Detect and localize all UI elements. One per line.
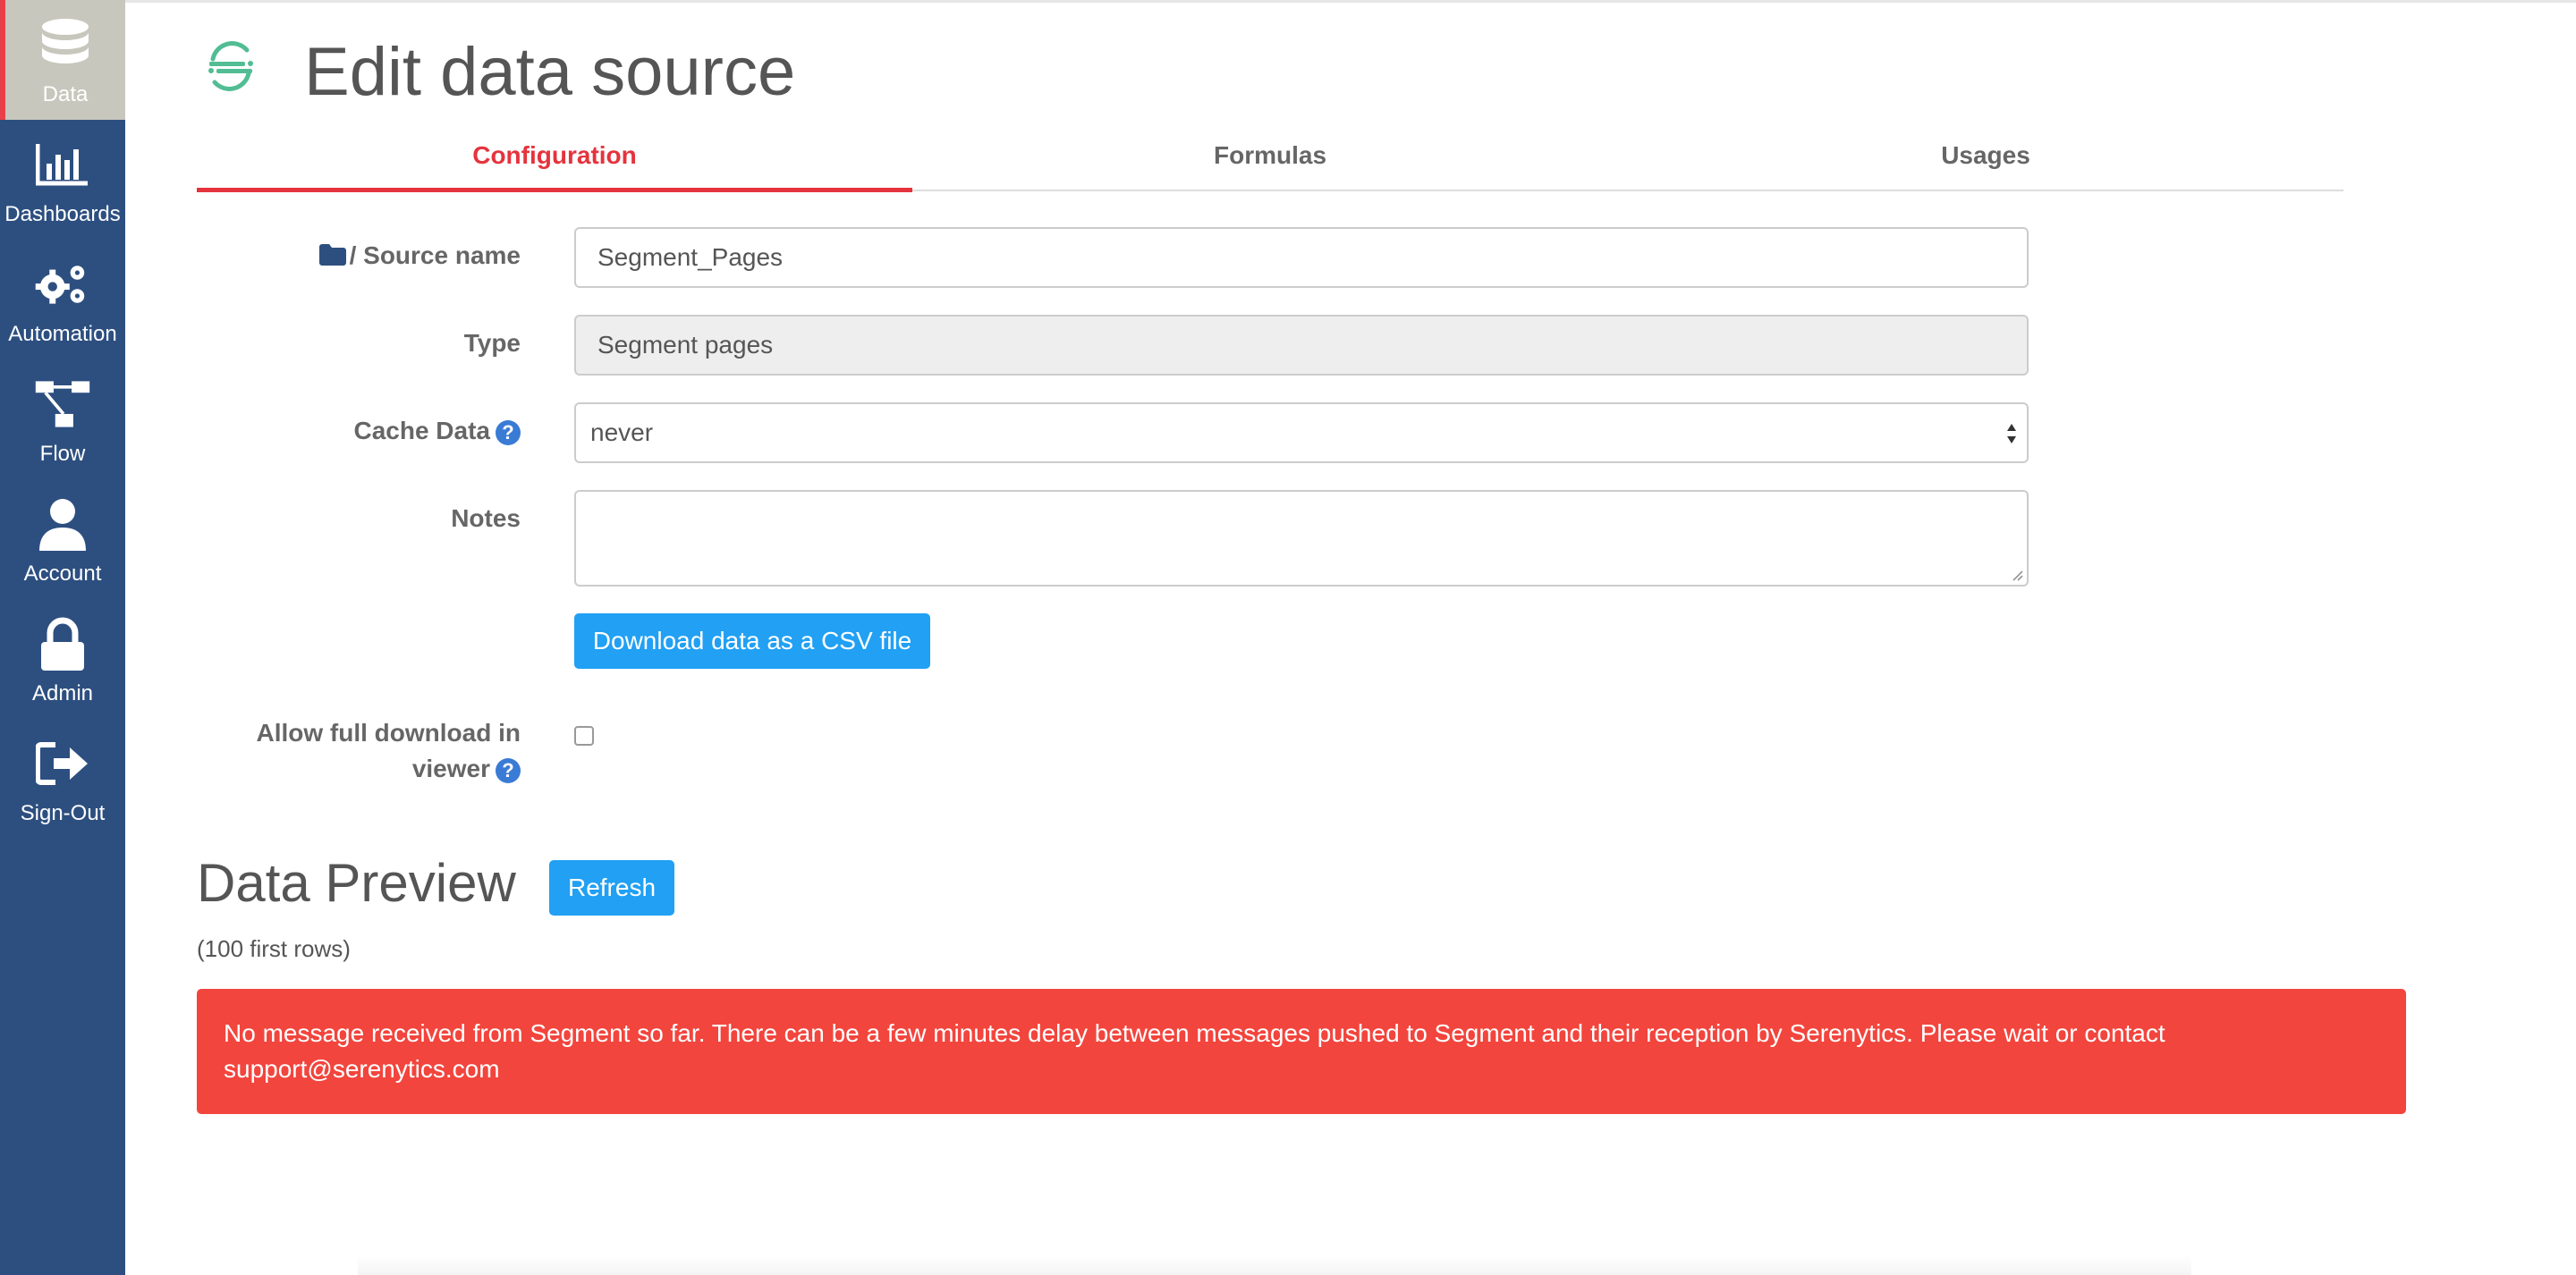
sidebar-item-label: Admin bbox=[31, 681, 94, 705]
sidebar-item-account[interactable]: Account bbox=[0, 479, 125, 599]
error-alert: No message received from Segment so far.… bbox=[197, 989, 2406, 1114]
sidebar-item-automation[interactable]: Automation bbox=[0, 240, 125, 359]
folder-icon[interactable] bbox=[318, 240, 346, 275]
source-name-label-text: / Source name bbox=[349, 241, 521, 269]
tab-bar: Configuration Formulas Usages bbox=[197, 132, 2343, 192]
tab-formulas[interactable]: Formulas bbox=[912, 132, 1628, 190]
source-name-input[interactable]: Segment_Pages bbox=[574, 227, 2029, 288]
help-icon[interactable]: ? bbox=[496, 419, 521, 445]
sidebar-item-sign-out[interactable]: Sign-Out bbox=[0, 719, 125, 839]
data-preview-title: Data Preview bbox=[197, 853, 516, 913]
gears-icon bbox=[34, 256, 91, 313]
type-label: Type bbox=[463, 329, 521, 357]
sidebar-item-label: Sign-Out bbox=[20, 801, 106, 825]
sidebar-item-data[interactable]: Data bbox=[0, 0, 125, 120]
sidebar-item-label: Account bbox=[23, 562, 102, 586]
cache-data-label: Cache Data? bbox=[353, 413, 521, 449]
type-field: Segment pages bbox=[574, 315, 2029, 376]
sidebar-item-label: Automation bbox=[8, 322, 117, 346]
alert-email: support@serenytics.com bbox=[224, 1055, 500, 1083]
sidebar-item-admin[interactable]: Admin bbox=[0, 599, 125, 719]
sidebar-item-label: Data bbox=[42, 82, 89, 106]
sidebar-item-flow[interactable]: Flow bbox=[0, 359, 125, 479]
lock-icon bbox=[34, 615, 91, 672]
sidebar-item-label: Dashboards bbox=[4, 202, 121, 226]
select-arrows-icon bbox=[2007, 424, 2016, 443]
bottom-shadow bbox=[358, 1255, 2191, 1275]
allow-download-label-line1: Allow full download in bbox=[256, 719, 521, 747]
sidebar-item-label: Flow bbox=[39, 442, 86, 466]
cache-data-label-text: Cache Data bbox=[353, 417, 490, 444]
user-icon bbox=[34, 495, 91, 553]
cache-data-select[interactable]: never bbox=[574, 402, 2029, 463]
flow-icon bbox=[34, 376, 91, 433]
source-name-label: / Source name bbox=[318, 238, 521, 275]
alert-message: No message received from Segment so far.… bbox=[224, 1019, 2165, 1047]
tab-configuration[interactable]: Configuration bbox=[197, 132, 912, 192]
page-title: Edit data source bbox=[304, 34, 796, 110]
preview-subtitle: (100 first rows) bbox=[197, 935, 351, 962]
help-icon[interactable]: ? bbox=[496, 757, 521, 783]
cache-data-value: never bbox=[590, 418, 654, 446]
sign-out-icon bbox=[34, 735, 91, 792]
resize-handle-icon[interactable] bbox=[2009, 567, 2023, 581]
sidebar-item-dashboards[interactable]: Dashboards bbox=[0, 120, 125, 240]
notes-label: Notes bbox=[451, 504, 521, 532]
bar-chart-icon bbox=[34, 136, 91, 193]
top-divider bbox=[125, 0, 2576, 3]
database-icon bbox=[37, 16, 94, 73]
download-csv-button[interactable]: Download data as a CSV file bbox=[574, 613, 930, 669]
notes-textarea[interactable] bbox=[574, 490, 2029, 587]
segment-logo-icon bbox=[204, 39, 258, 93]
sidebar: Data Dashboards Automation Flow Account … bbox=[0, 0, 125, 1275]
tab-usages[interactable]: Usages bbox=[1628, 132, 2343, 190]
allow-download-checkbox[interactable] bbox=[574, 726, 594, 746]
allow-download-label: Allow full download in viewer? bbox=[256, 715, 521, 787]
refresh-button[interactable]: Refresh bbox=[549, 860, 674, 916]
allow-download-label-line2: viewer bbox=[411, 755, 490, 782]
